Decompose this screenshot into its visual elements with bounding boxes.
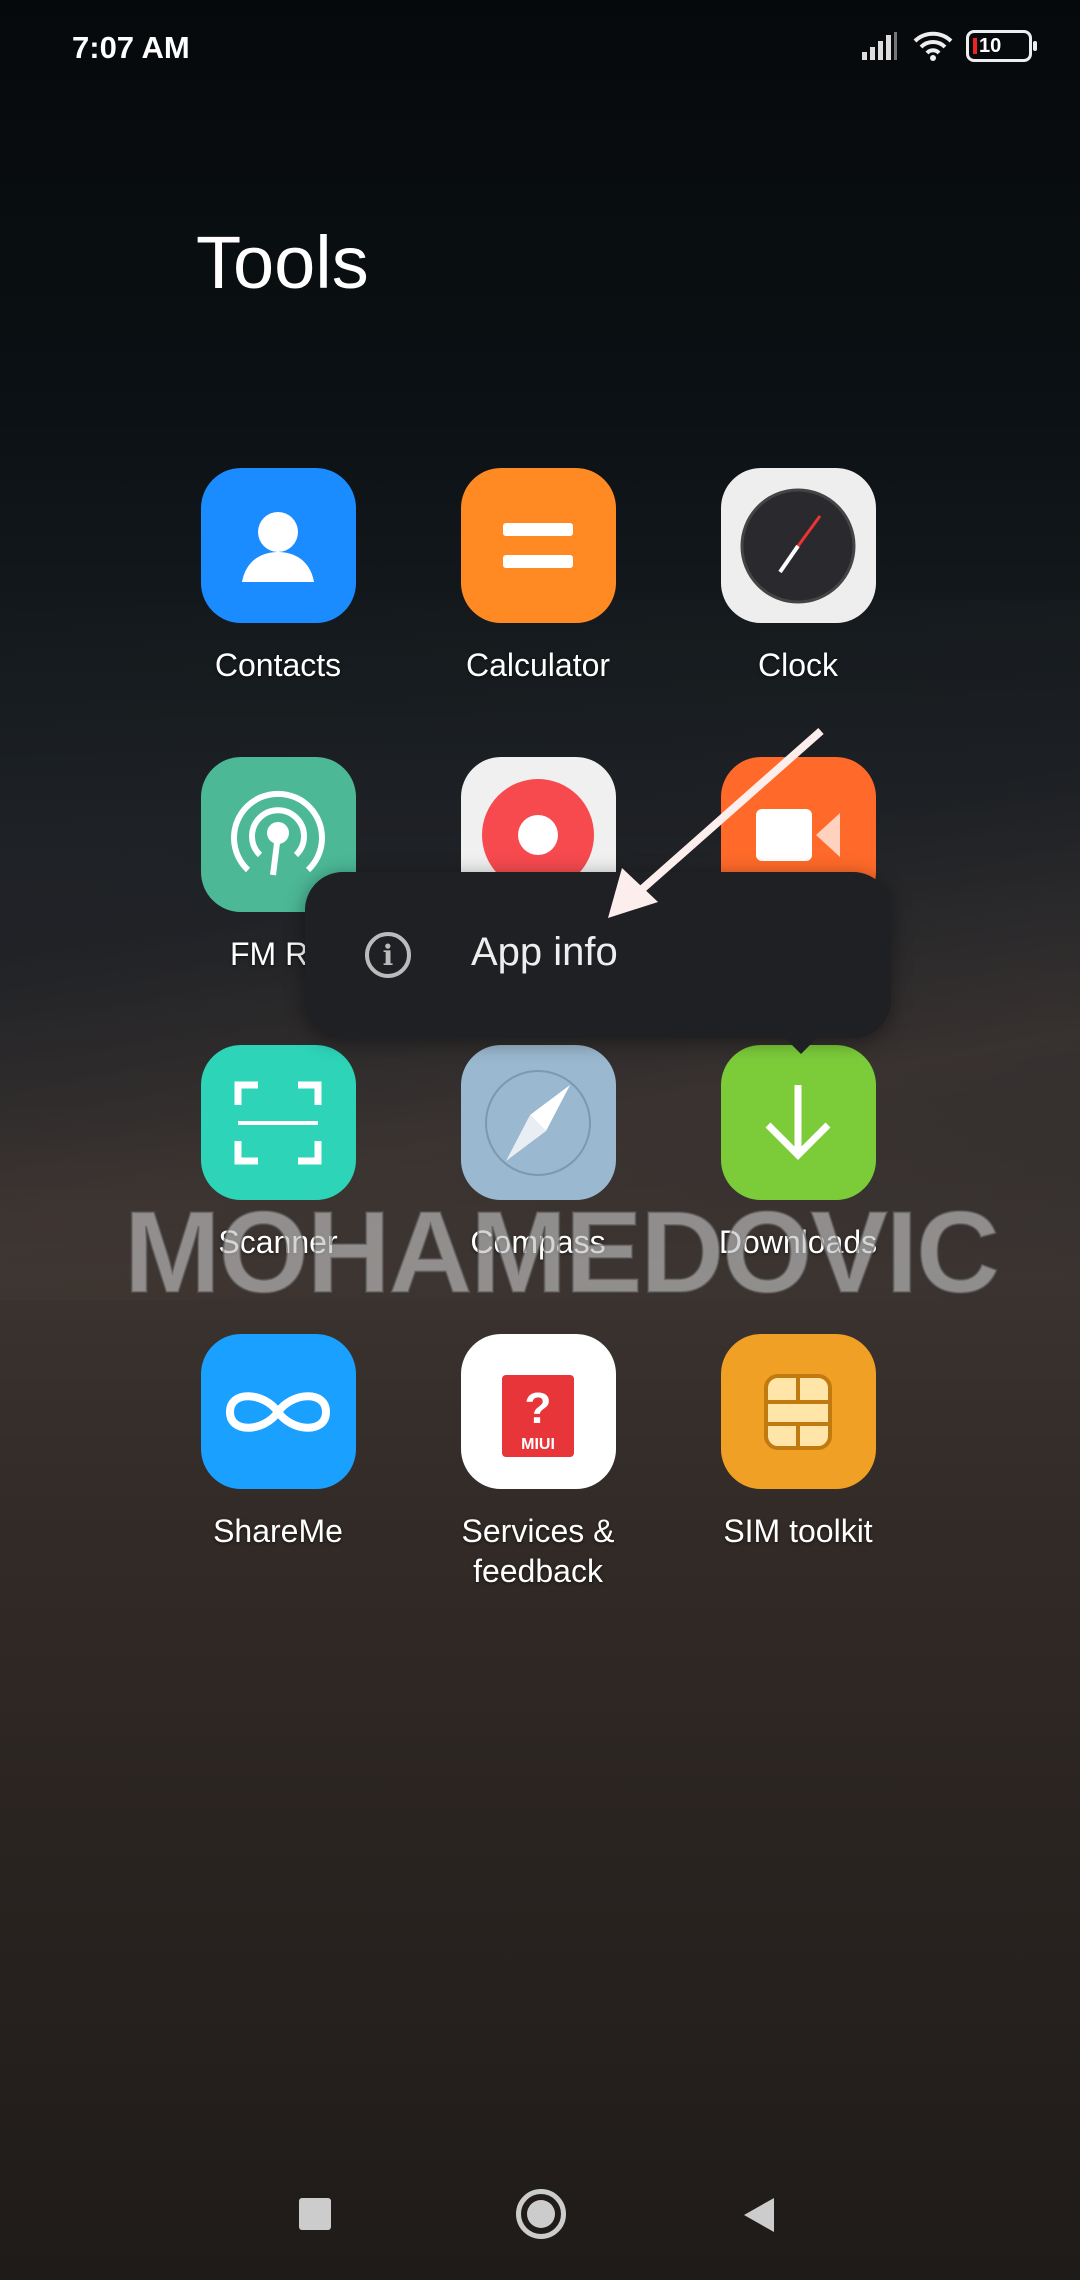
- svg-text:MIUI: MIUI: [521, 1436, 555, 1453]
- app-label: Services & feedback: [461, 1513, 615, 1589]
- annotation-arrow: [608, 728, 824, 918]
- home-button[interactable]: [516, 2189, 566, 2239]
- app-label: Compass: [470, 1224, 606, 1260]
- app-label: Downloads: [718, 1224, 878, 1260]
- app-sim-toolkit[interactable]: SIM toolkit: [668, 1334, 928, 1551]
- app-services-feedback[interactable]: ? MIUI Services & feedback: [408, 1334, 668, 1591]
- app-label: ShareMe: [213, 1513, 343, 1549]
- app-shareme[interactable]: ShareMe: [148, 1334, 408, 1551]
- services-feedback-icon: ? MIUI: [460, 1334, 616, 1489]
- back-button[interactable]: [744, 2198, 774, 2232]
- recents-button[interactable]: [299, 2198, 331, 2230]
- app-label: Scanner: [218, 1224, 338, 1260]
- app-label: SIM toolkit: [723, 1513, 873, 1549]
- svg-text:?: ?: [525, 1384, 552, 1433]
- navigation-bar: [0, 2180, 1080, 2250]
- shareme-icon: [200, 1334, 356, 1489]
- sim-icon: [720, 1334, 876, 1489]
